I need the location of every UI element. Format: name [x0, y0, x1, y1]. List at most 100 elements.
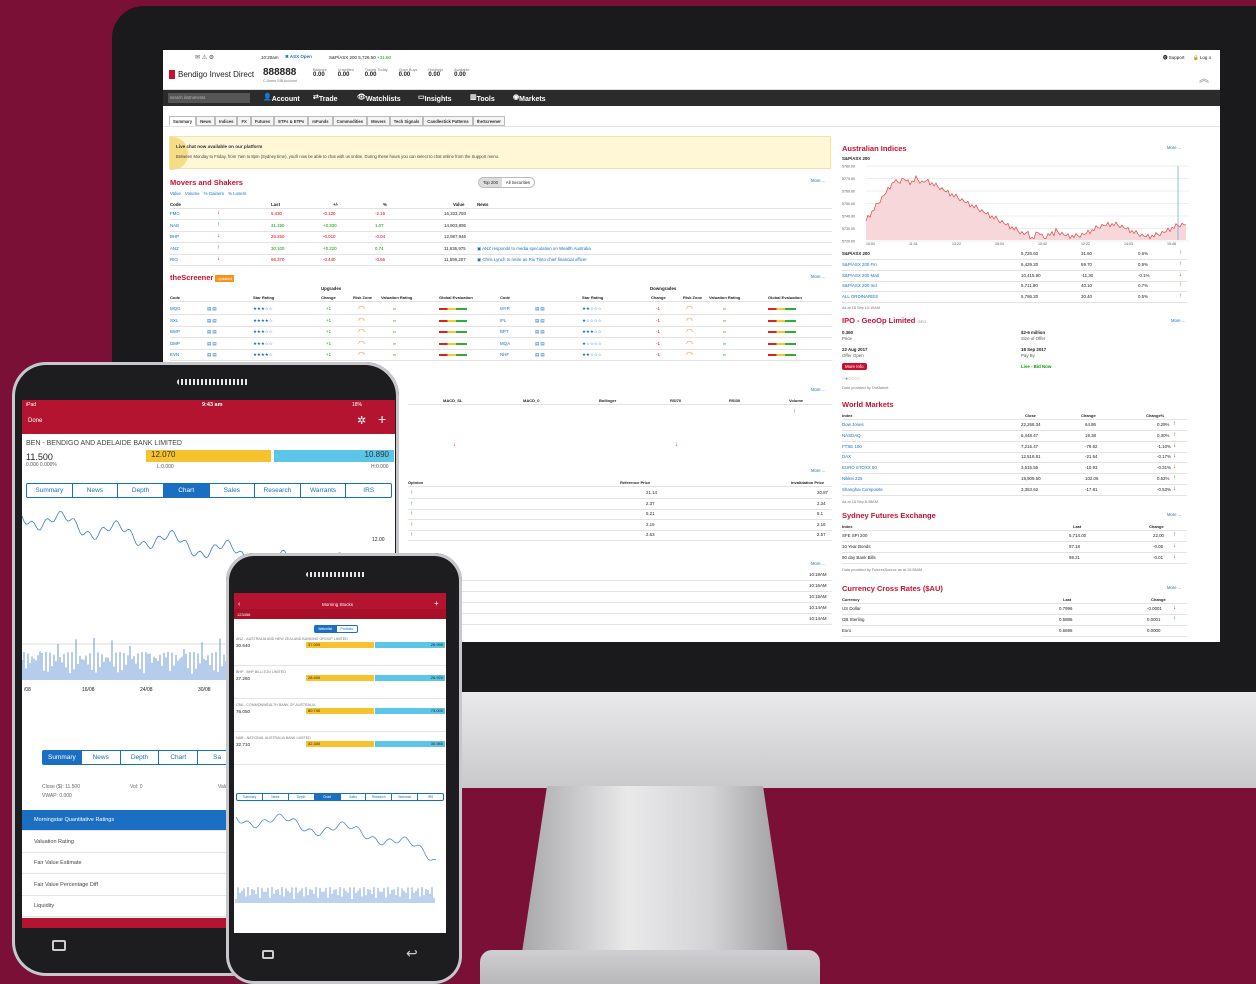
- tablet-bid[interactable]: 12.070: [146, 450, 271, 462]
- world-index-link[interactable]: DAX: [842, 454, 851, 459]
- phone-stock-name[interactable]: BHP - BHP BILLITON LIMITED: [236, 670, 286, 674]
- tablet-tab-sales[interactable]: Sales: [210, 484, 256, 497]
- tablet-tab-chart[interactable]: Chart: [163, 484, 210, 497]
- link-gainers[interactable]: % Gainers: [204, 191, 225, 196]
- gear-icon[interactable]: ✲: [357, 414, 366, 427]
- phone-toggle-watchlist[interactable]: Watchlist: [315, 626, 337, 632]
- back-icon[interactable]: ‹: [238, 601, 240, 608]
- phone-stock-bid[interactable]: 80.740: [306, 708, 374, 714]
- index-name-link[interactable]: S&P/ASX 200 Fin: [842, 262, 877, 267]
- stock-code-link[interactable]: IFL: [500, 318, 506, 323]
- tablet-tab-warrants[interactable]: Warrants: [301, 484, 347, 497]
- support-link[interactable]: ⓿ Support: [1163, 55, 1185, 61]
- tablet-tab2-depth[interactable]: Depth: [121, 751, 160, 764]
- search-input[interactable]: search instruments: [168, 93, 250, 103]
- ipo-more[interactable]: More ...: [1171, 318, 1185, 323]
- tab-movers[interactable]: Movers: [367, 116, 390, 126]
- phone-stock-ask[interactable]: 30.980: [375, 741, 445, 747]
- news-link[interactable]: ▣ Chris Lynch to retire as Rio Tinto chi…: [477, 257, 587, 263]
- report-icon[interactable]: ▤ ▤: [535, 352, 545, 358]
- toggle-top200[interactable]: Top 200: [479, 178, 502, 187]
- stock-code-link[interactable]: EVN: [170, 352, 179, 357]
- tablet-tab-irs[interactable]: IRS: [346, 484, 391, 497]
- tab-candlestick-patterns[interactable]: Candlestick Patterns: [423, 116, 473, 126]
- tablet-tab2-news[interactable]: News: [82, 751, 121, 764]
- carousel-dots[interactable]: ○●○○○○: [842, 376, 860, 382]
- stock-code-link[interactable]: BHP: [170, 234, 179, 239]
- reco-more[interactable]: More ...: [811, 468, 825, 473]
- tablet-tab-depth[interactable]: Depth: [118, 484, 164, 497]
- tablet-tab-research[interactable]: Research: [255, 484, 301, 497]
- nav-trade[interactable]: ⇄ Trade: [313, 93, 338, 103]
- phone-stock-name[interactable]: NAB - NATIONAL AUSTRALIA BANK LIMITED: [236, 736, 311, 740]
- nav-watchlists[interactable]: 👁 Watchlists: [357, 93, 401, 103]
- stock-code-link[interactable]: RIO: [170, 257, 178, 262]
- news-link[interactable]: ▣ ANZ responds to media speculation on W…: [477, 246, 591, 252]
- phone-stock-ask[interactable]: 26.990: [375, 642, 445, 648]
- report-icon[interactable]: ▤ ▤: [535, 341, 545, 347]
- tablet-tab-summary[interactable]: Summary: [27, 484, 73, 497]
- world-index-link[interactable]: Dow Jones: [842, 422, 864, 427]
- stock-code-link[interactable]: NHF: [500, 352, 509, 357]
- nav-tools[interactable]: ▥ Tools: [470, 93, 495, 103]
- phone-toggle-portfolio[interactable]: Portfolio: [337, 626, 358, 632]
- phone-add-icon[interactable]: +: [434, 599, 439, 608]
- phone-tab-research[interactable]: Research: [366, 794, 393, 800]
- index-name-link[interactable]: S&P/ASX 200 Ind: [842, 283, 877, 288]
- nav-account[interactable]: 👤 Account: [263, 93, 300, 103]
- report-icon[interactable]: ▤ ▤: [207, 341, 217, 347]
- world-index-link[interactable]: EURO STOXX 50: [842, 465, 877, 470]
- report-icon[interactable]: ▤ ▤: [207, 352, 217, 358]
- stock-code-link[interactable]: DMP: [170, 341, 180, 346]
- tech-more[interactable]: More ...: [811, 387, 825, 392]
- report-icon[interactable]: ▤ ▤: [207, 329, 217, 335]
- world-index-link[interactable]: Shanghai Composite: [842, 487, 883, 492]
- stock-code-link[interactable]: BWP: [170, 329, 180, 334]
- ipo-more-info-button[interactable]: More Info: [842, 363, 867, 370]
- toolbar-icons[interactable]: ✉ ⚠ ⚙: [195, 54, 214, 61]
- stock-code-link[interactable]: MQA: [500, 341, 510, 346]
- phone-tab-depth[interactable]: Depth: [289, 794, 315, 800]
- phone-stock-bid[interactable]: 28.400: [306, 675, 374, 681]
- tab-summary[interactable]: Summary: [169, 116, 197, 126]
- stock-code-link[interactable]: ANZ: [170, 246, 179, 251]
- logout-link[interactable]: 🔒 Log o: [1193, 55, 1211, 61]
- link-value[interactable]: Value: [170, 191, 181, 196]
- world-index-link[interactable]: FTSE 100: [842, 444, 862, 449]
- screener-more[interactable]: More ...: [811, 274, 825, 279]
- tab-mfunds[interactable]: mFunds: [308, 116, 333, 126]
- tablet-ask[interactable]: 10.890: [274, 450, 394, 462]
- tablet-done-button[interactable]: Done: [28, 418, 42, 424]
- movers-toggle[interactable]: Top 200 All Securities: [478, 177, 536, 188]
- tablet-tab2-chart[interactable]: Chart: [159, 751, 199, 764]
- phone-recent-icon[interactable]: [262, 950, 274, 959]
- phone-stock-bid[interactable]: 32.340: [306, 741, 374, 747]
- phone-tab-irs[interactable]: IRS: [418, 794, 443, 800]
- phone-tab-sales[interactable]: Sales: [341, 794, 367, 800]
- world-index-link[interactable]: Nikkei 225: [842, 476, 863, 481]
- phone-search-input[interactable]: 123456: [234, 609, 446, 619]
- phone-stock-ask[interactable]: 26.920: [375, 675, 445, 681]
- tablet-tab2-summary[interactable]: Summary: [43, 751, 82, 764]
- tab-fx[interactable]: FX: [237, 116, 251, 126]
- account-number[interactable]: 888888: [263, 67, 296, 78]
- index-name-link[interactable]: S&P/ASX 200: [842, 251, 870, 256]
- tab-etfs-etps[interactable]: ETFs & ETPs: [274, 116, 309, 126]
- index-name-link[interactable]: S&P/ASX 200 Matl: [842, 273, 879, 278]
- link-losers[interactable]: % Losers: [228, 191, 246, 196]
- tab-thescreener[interactable]: theScreener: [472, 116, 505, 126]
- toggle-all[interactable]: All Securities: [502, 178, 534, 187]
- indices-more[interactable]: More ...: [1167, 145, 1181, 150]
- fx-more[interactable]: More ...: [1167, 585, 1181, 590]
- phone-stock-name[interactable]: CBA - COMMONWEALTH BANK OF AUSTRALIA: [236, 703, 315, 707]
- link-volume[interactable]: Volume: [185, 191, 200, 196]
- phone-back-nav-icon[interactable]: ↩: [406, 945, 418, 962]
- tablet-tab-news[interactable]: News: [73, 484, 119, 497]
- tab-futures[interactable]: Futures: [250, 116, 275, 126]
- phone-tab-news[interactable]: News: [263, 794, 289, 800]
- sfe-more[interactable]: More ...: [1167, 512, 1181, 517]
- tab-indices[interactable]: Indices: [215, 116, 238, 126]
- report-icon[interactable]: ▤ ▤: [535, 329, 545, 335]
- report-icon[interactable]: ▤ ▤: [535, 306, 545, 312]
- phone-stock-bid[interactable]: 37.000: [306, 642, 374, 648]
